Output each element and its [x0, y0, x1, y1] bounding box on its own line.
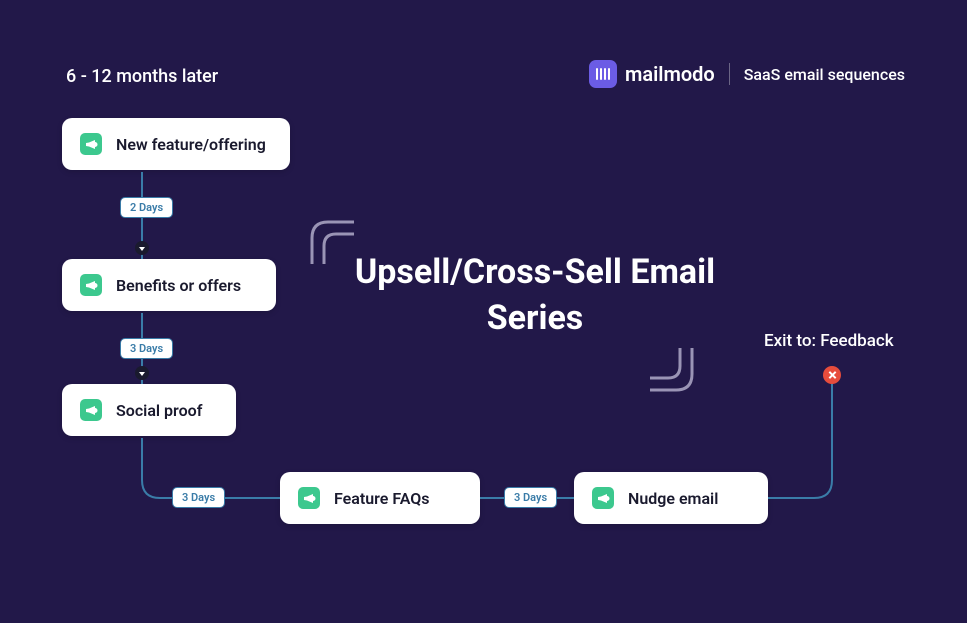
delay-badge: 3 Days — [172, 487, 225, 508]
arrow-down-icon — [135, 366, 149, 380]
flow-connectors — [0, 0, 967, 623]
delay-badge: 3 Days — [504, 487, 557, 508]
arrow-down-icon — [135, 241, 149, 255]
delay-badge: 2 Days — [120, 197, 173, 218]
delay-badge: 3 Days — [120, 338, 173, 359]
